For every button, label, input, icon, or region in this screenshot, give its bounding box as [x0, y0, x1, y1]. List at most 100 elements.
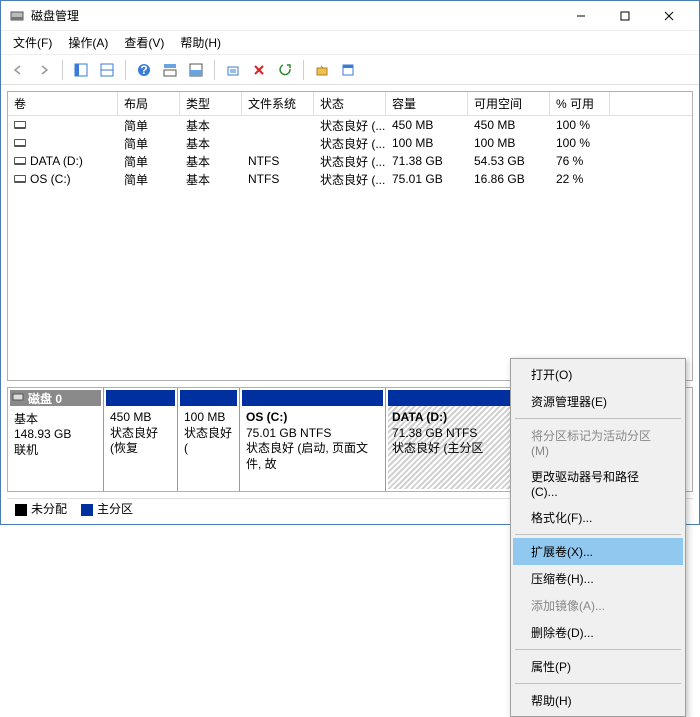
window-controls: [559, 2, 691, 30]
nav-forward-icon: [33, 59, 55, 81]
context-menu-item[interactable]: 格式化(F)...: [513, 504, 683, 531]
vol-label: OS (C:): [246, 410, 379, 426]
context-menu-item: 添加镜像(A)...: [513, 592, 683, 619]
table-body: 简单基本状态良好 (...450 MB450 MB100 %简单基本状态良好 (…: [8, 116, 692, 380]
vol-size: 75.01 GB NTFS: [246, 426, 379, 442]
vol-size: 450 MB: [110, 410, 171, 426]
table-row[interactable]: 简单基本状态良好 (...100 MB100 MB100 %: [8, 134, 692, 152]
separator: [125, 60, 126, 80]
volume-icon: [14, 121, 26, 129]
volume-table: 卷 布局 类型 文件系统 状态 容量 可用空间 % 可用 简单基本状态良好 (.…: [7, 91, 693, 381]
menu-file[interactable]: 文件(F): [5, 31, 60, 54]
svg-text:?: ?: [140, 63, 147, 77]
cell: 450 MB: [386, 117, 468, 133]
cell: NTFS: [242, 153, 314, 169]
context-menu-item[interactable]: 更改驱动器号和路径(C)...: [513, 463, 683, 504]
separator: [214, 60, 215, 80]
tool-panel1-icon[interactable]: [70, 59, 92, 81]
col-status[interactable]: 状态: [314, 92, 386, 115]
context-menu-item[interactable]: 打开(O): [513, 361, 683, 388]
legend-unalloc: 未分配: [15, 500, 67, 517]
cell: 状态良好 (...: [314, 170, 386, 189]
context-menu-item[interactable]: 扩展卷(X)...: [513, 538, 683, 565]
disk-info[interactable]: 磁盘 0 基本 148.93 GB 联机: [8, 388, 104, 491]
table-row[interactable]: OS (C:)简单基本NTFS状态良好 (...75.01 GB16.86 GB…: [8, 170, 692, 188]
disk-status: 联机: [14, 441, 97, 458]
maximize-button[interactable]: [603, 2, 647, 30]
vol-status: 状态良好 (启动, 页面文件, 故: [246, 441, 379, 472]
cell: 基本: [180, 134, 242, 153]
col-layout[interactable]: 布局: [118, 92, 180, 115]
volume-icon: [14, 157, 26, 165]
cell: 基本: [180, 116, 242, 135]
context-menu-item[interactable]: 压缩卷(H)...: [513, 565, 683, 592]
disk-icon: [12, 391, 24, 406]
vol-status: 状态良好 (主分区: [392, 441, 525, 457]
volume-block[interactable]: OS (C:)75.01 GB NTFS状态良好 (启动, 页面文件, 故: [240, 388, 386, 491]
app-icon: [9, 8, 25, 24]
menubar: 文件(F) 操作(A) 查看(V) 帮助(H): [1, 31, 699, 55]
cell: 状态良好 (...: [314, 152, 386, 171]
disk-name: 磁盘 0: [28, 390, 62, 407]
cell: 100 MB: [386, 135, 468, 151]
col-pct[interactable]: % 可用: [550, 92, 610, 115]
menu-action[interactable]: 操作(A): [60, 31, 116, 54]
delete-icon[interactable]: [248, 59, 270, 81]
cell: 简单: [118, 134, 180, 153]
context-menu-item[interactable]: 资源管理器(E): [513, 388, 683, 415]
cell: 100 %: [550, 135, 610, 151]
titlebar: 磁盘管理: [1, 1, 699, 31]
context-menu-item[interactable]: 删除卷(D)...: [513, 619, 683, 646]
vol-status: 状态良好 (: [184, 426, 233, 457]
volume-block[interactable]: 100 MB状态良好 (: [178, 388, 240, 491]
vol-label: DATA (D:): [392, 410, 525, 426]
cell: 54.53 GB: [468, 153, 550, 169]
minimize-button[interactable]: [559, 2, 603, 30]
vol-size: 71.38 GB NTFS: [392, 426, 525, 442]
cell: 450 MB: [468, 117, 550, 133]
tool-layout-icon[interactable]: [159, 59, 181, 81]
cell: 状态良好 (...: [314, 134, 386, 153]
cell: 简单: [118, 116, 180, 135]
separator: [62, 60, 63, 80]
cell: 简单: [118, 170, 180, 189]
cell: 简单: [118, 152, 180, 171]
cell: 16.86 GB: [468, 171, 550, 187]
cell: 基本: [180, 152, 242, 171]
volume-name: OS (C:): [30, 172, 71, 186]
cell: 75.01 GB: [386, 171, 468, 187]
tool-panel2-icon[interactable]: [96, 59, 118, 81]
menu-help[interactable]: 帮助(H): [172, 31, 229, 54]
cell: [242, 124, 314, 126]
context-menu-item[interactable]: 属性(P): [513, 653, 683, 680]
toolbar: ?: [1, 55, 699, 85]
help-icon[interactable]: ?: [133, 59, 155, 81]
settings-icon[interactable]: [222, 59, 244, 81]
cell: 76 %: [550, 153, 610, 169]
volume-block[interactable]: 450 MB状态良好 (恢复: [104, 388, 178, 491]
table-row[interactable]: DATA (D:)简单基本NTFS状态良好 (...71.38 GB54.53 …: [8, 152, 692, 170]
cell: [242, 142, 314, 144]
volume-name: DATA (D:): [30, 154, 83, 168]
close-button[interactable]: [647, 2, 691, 30]
col-capacity[interactable]: 容量: [386, 92, 468, 115]
cell: 22 %: [550, 171, 610, 187]
col-free[interactable]: 可用空间: [468, 92, 550, 115]
tool-folder-icon[interactable]: [311, 59, 333, 81]
tool-properties-icon[interactable]: [337, 59, 359, 81]
cell: 状态良好 (...: [314, 116, 386, 135]
col-type[interactable]: 类型: [180, 92, 242, 115]
refresh-icon[interactable]: [274, 59, 296, 81]
col-fs[interactable]: 文件系统: [242, 92, 314, 115]
table-row[interactable]: 简单基本状态良好 (...450 MB450 MB100 %: [8, 116, 692, 134]
menu-separator: [515, 534, 681, 535]
legend-primary: 主分区: [81, 500, 133, 517]
menu-view[interactable]: 查看(V): [116, 31, 172, 54]
tool-layout2-icon[interactable]: [185, 59, 207, 81]
volume-icon: [14, 139, 26, 147]
nav-back-icon: [7, 59, 29, 81]
context-menu-item[interactable]: 帮助(H): [513, 687, 683, 714]
disk-type: 基本: [14, 410, 97, 427]
volume-icon: [14, 175, 26, 183]
col-volume[interactable]: 卷: [8, 92, 118, 115]
